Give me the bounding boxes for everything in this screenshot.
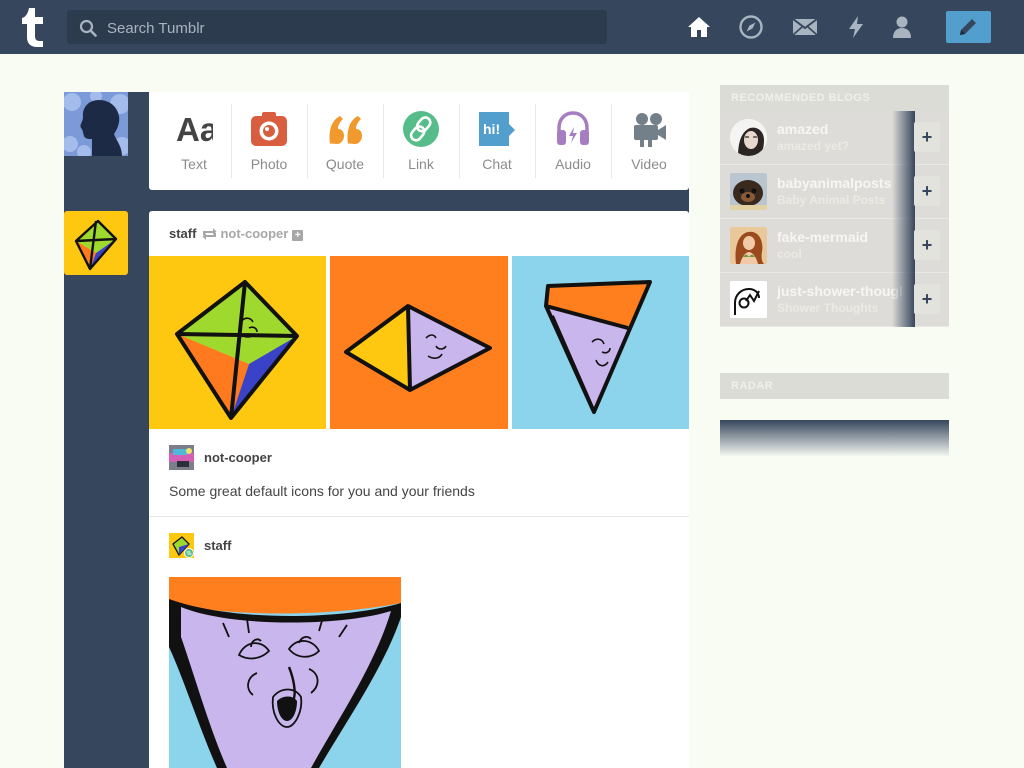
explore-icon[interactable] (738, 14, 764, 40)
post-type-label: Audio (555, 156, 591, 172)
recommended-blog-item[interactable]: amazed amazed yet? + (720, 111, 949, 165)
photoset-image-2[interactable] (330, 256, 508, 429)
post-blog-name[interactable]: staff (169, 226, 196, 241)
original-blog-name[interactable]: staff (204, 538, 231, 553)
svg-text:hi!: hi! (483, 121, 500, 137)
blog-name[interactable]: fake-mermaid (777, 229, 902, 245)
photoset-image-3[interactable] (512, 256, 689, 429)
post-type-label: Video (631, 156, 667, 172)
post-type-label: Photo (250, 156, 288, 172)
follow-button[interactable]: + (914, 284, 940, 314)
recommended-blog-item[interactable]: just-shower-thoughts Shower Thoughts + (720, 273, 949, 327)
post-header: staff not-cooper + (169, 226, 304, 242)
staff-small-avatar[interactable] (169, 533, 194, 558)
blog-avatar[interactable] (730, 227, 767, 264)
recommended-blogs-list: amazed amazed yet? + babyanimalposts Bab… (720, 111, 949, 327)
blog-avatar[interactable] (730, 173, 767, 210)
post-type-quote[interactable]: Quote (307, 92, 383, 190)
post-type-video[interactable]: Video (611, 92, 687, 190)
post-type-label: Link (408, 156, 434, 172)
blog-title: Shower Thoughts (777, 301, 879, 315)
reblog-blog-name[interactable]: not-cooper (204, 450, 272, 465)
post-type-chat[interactable]: hi! Chat (459, 92, 535, 190)
chat-icon: hi! (479, 112, 515, 146)
post-type-audio[interactable]: Audio (535, 92, 611, 190)
top-navigation-bar (0, 0, 1024, 54)
follow-button[interactable]: + (914, 122, 940, 152)
dashboard-post: staff not-cooper + not-cooper Some great… (149, 211, 689, 768)
blog-title: Baby Animal Posts (777, 193, 886, 207)
post-type-label: Chat (482, 156, 512, 172)
svg-text:Aa: Aa (176, 111, 213, 148)
reblogged-from-name[interactable]: not-cooper (220, 226, 288, 241)
pencil-icon (960, 19, 976, 35)
staff-avatar[interactable] (64, 211, 128, 275)
radar-post[interactable] (720, 420, 949, 456)
search-input[interactable] (105, 10, 599, 46)
search-box[interactable] (67, 10, 607, 46)
video-icon (634, 113, 666, 147)
post-type-selector: Aa Text Photo Quote Link hi! Chat Audio … (149, 92, 689, 190)
post-type-link[interactable]: Link (383, 92, 459, 190)
link-icon (403, 111, 439, 147)
blog-name[interactable]: amazed (777, 121, 902, 137)
blog-avatar[interactable] (730, 119, 767, 156)
blog-title: amazed yet? (777, 139, 850, 153)
fade-overlay (892, 111, 915, 165)
text-icon: Aa (176, 111, 213, 148)
photo-icon (251, 112, 287, 146)
fade-overlay (892, 219, 915, 273)
tumblr-logo-icon[interactable] (18, 6, 50, 48)
post-photo[interactable] (169, 577, 401, 768)
blog-title: cool (777, 247, 802, 261)
account-icon[interactable] (889, 14, 915, 40)
blog-name[interactable]: just-shower-thoughts (777, 283, 902, 299)
post-caption: Some great default icons for you and you… (169, 483, 475, 499)
follow-plus-icon[interactable]: + (292, 230, 304, 241)
compose-button[interactable] (946, 11, 991, 43)
quote-icon (329, 116, 362, 144)
original-attribution: staff (169, 533, 669, 559)
recommended-blog-item[interactable]: babyanimalposts Baby Animal Posts + (720, 165, 949, 219)
post-type-label: Text (181, 156, 207, 172)
radar-title: Radar (720, 373, 949, 399)
photoset-image-1[interactable] (149, 256, 326, 429)
search-icon (79, 19, 97, 37)
home-icon[interactable] (686, 14, 712, 40)
user-avatar[interactable] (64, 92, 128, 156)
inbox-icon[interactable] (792, 14, 818, 40)
blog-name[interactable]: babyanimalposts (777, 175, 902, 191)
recommended-blogs-title: Recommended Blogs (720, 85, 949, 111)
recommended-blog-item[interactable]: fake-mermaid cool + (720, 219, 949, 273)
post-type-label: Quote (325, 156, 365, 172)
audio-icon (557, 111, 589, 145)
activity-icon[interactable] (843, 14, 869, 40)
post-type-text[interactable]: Aa Text (156, 92, 232, 190)
divider (149, 516, 689, 517)
reblog-attribution: not-cooper (169, 445, 669, 471)
post-type-photo[interactable]: Photo (231, 92, 307, 190)
not-cooper-avatar[interactable] (169, 445, 194, 470)
reblog-icon (202, 228, 217, 240)
fade-overlay (892, 165, 915, 219)
fade-overlay (892, 273, 915, 327)
follow-button[interactable]: + (914, 176, 940, 206)
blog-avatar[interactable] (730, 281, 767, 318)
follow-button[interactable]: + (914, 230, 940, 260)
